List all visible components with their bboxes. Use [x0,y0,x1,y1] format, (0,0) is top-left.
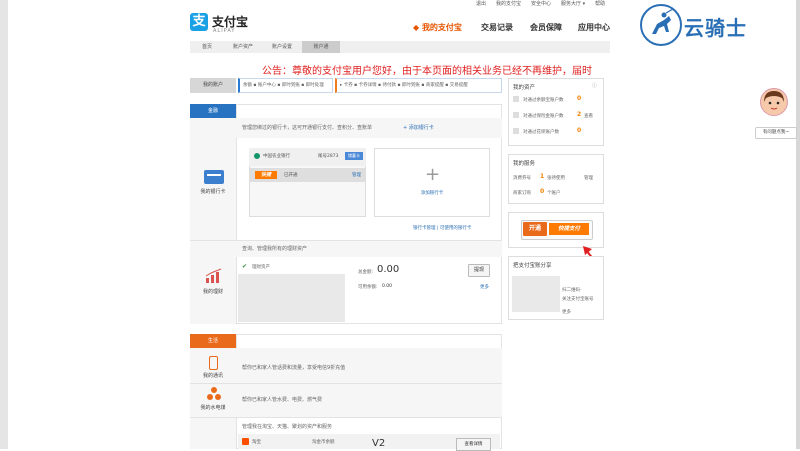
card-type-badge: 储蓄卡 [345,152,363,160]
my-alipay-link[interactable]: 我的支付宝 [496,0,521,9]
watermark-text: 云骑士 [684,16,747,40]
service-row-1-label: 消费券号 [513,176,531,181]
taobao-sub: 淘金币余额 [312,440,335,445]
kuaijie-logo-icon: 快捷 [255,171,277,179]
service-row-1-link[interactable]: 管理 [584,175,593,181]
abc-bank-logo-icon [254,153,260,159]
service-row-1-unit: 张待使用 [547,176,565,181]
kuaijie-manage-link[interactable]: 管理 [352,172,361,178]
account-balance-text[interactable]: 余额 ▪ 账户中心 ▪ 即时到账 ▪ 即时处理 [240,79,332,92]
card-tail: 尾号2873 [318,154,339,159]
nav-trade-records[interactable]: 交易记录 [481,22,513,33]
service-row-2-unit: 个账户 [547,191,561,196]
open-button[interactable]: 开通 [523,222,547,236]
utility-desc: 帮你已和家人管水费、电费、燃气费 [242,397,323,403]
taobao-name[interactable]: 淘宝 [252,439,261,445]
wealth-chart-icon [205,268,222,283]
asset-row-2-value: 2 [577,111,582,118]
subnav-assets[interactable]: 账户资产 [224,41,262,53]
horse-rider-icon [652,8,674,34]
bankcard-bottom-links[interactable]: 银行卡管理 | 可使用的银行卡 [413,225,471,231]
taobao-icon [242,438,249,445]
withdraw-button[interactable]: 提现 [468,264,490,277]
share-line-2: 关注支付宝账号 [562,297,594,302]
help-button[interactable]: 有问题点我~ [755,127,797,139]
share-more-link[interactable]: 更多 [562,309,571,315]
add-bankcard-text[interactable]: 添加银行卡 [374,190,490,196]
my-utility-label[interactable]: 我的水电煤 [190,404,236,411]
nav-app-center[interactable]: 应用中心 [578,22,610,33]
available-amount: 0.00 [382,284,393,289]
asset-row-icon [513,128,519,134]
kuaijie-pay-logo-icon: 快捷支付 [549,223,589,235]
asset-row-2-label: 对通过保险金账户数 [523,114,564,119]
service-row-1-value: 1 [540,173,545,180]
subnav-settings[interactable]: 账户设置 [262,41,302,53]
my-mobile-label[interactable]: 我的通讯 [190,372,236,379]
left-gutter [0,0,8,449]
subnav-home[interactable]: 首页 [190,41,224,53]
mobile-phone-icon [209,356,218,370]
my-account-label[interactable]: 我的账户 [190,78,236,93]
subnav-account-link[interactable]: 账户通 [302,41,340,53]
logout-link[interactable]: 退出 [476,0,486,9]
kuaijie-status: 已开通 [284,173,298,178]
asset-row-icon [513,96,519,102]
account-coupon-strip: ▸ 卡券 ▪ 卡券详情 ▪ 待付款 ▪ 即时到账 ▪ 商家提醒 ▪ 交易提醒 [335,78,502,93]
my-service-title: 我的服务 [513,161,536,167]
share-title: 把支付宝账分享 [513,263,552,269]
service-hall-link[interactable]: 服务大厅 ▾ [561,0,585,9]
life-section-header: 生活 [190,334,236,348]
asset-row-2-link[interactable]: 查看 [584,113,593,119]
bankcard-icon [204,170,224,184]
share-line-1: 扫二维码- [562,288,582,293]
bankcard-icon-stripe [207,174,221,176]
taobao-desc: 管理我在淘宝、天猫、聚划的资产和服务 [242,424,333,430]
account-coupon-text[interactable]: ▸ 卡券 ▪ 卡券详情 ▪ 待付款 ▪ 即时到账 ▪ 商家提醒 ▪ 交易提醒 [337,79,501,92]
wealth-product-image [238,274,345,322]
service-row-2-label: 商家订购 [513,191,531,196]
plus-icon: + [425,164,441,185]
utility-icon [207,387,221,400]
help-link[interactable]: 帮助 [595,0,605,9]
asset-row-icon [513,112,519,118]
life-divider-2 [190,417,502,418]
wealth-more-link[interactable]: 更多 [480,284,489,290]
wealth-item[interactable]: 理财资产 [252,264,270,270]
taobao-value: V2 [372,438,386,449]
asset-row-1-value: 0 [577,95,582,102]
taobao-detail-button[interactable]: 查看详情 [456,438,491,451]
my-assets-title: 我的资产 [513,85,536,91]
my-wealth-label[interactable]: 我的理财 [190,288,236,295]
girl-face-icon [764,91,784,110]
service-row-2-value: 0 [540,188,545,195]
check-icon: ✔ [242,263,248,270]
notice-banner: 公告：尊敬的支付宝用户您好，由于本页面的相关业务已经不再维护，届时 [262,66,592,77]
logo-en-text: ALIPAY [213,28,236,34]
asset-row-3-value: 0 [577,127,582,134]
asset-row-3-label: 对通过花呗账户数 [523,130,559,135]
assistant-avatar[interactable] [760,88,788,116]
nav-member-protection[interactable]: 会员保障 [530,22,562,33]
bankcard-desc: 管理您绑过的银行卡，这可开通银行支付、查积分、查账单 [242,125,373,131]
my-bankcard-label[interactable]: 我的银行卡 [190,188,236,195]
qr-code-image [512,276,560,312]
card-bank-name: 中国农业银行 [263,154,290,159]
add-bankcard-link[interactable]: + 添加银行卡 [403,124,434,131]
finance-section-header: 金融 [190,104,236,118]
nav-my-alipay[interactable]: ◆ 我的支付宝 [413,22,462,33]
total-label: 总金额: [358,270,374,275]
wealth-desc: 查询、管理我所有的理财资产 [242,246,308,252]
alipay-logo-icon[interactable]: 支 [190,13,208,31]
asset-row-1-label: 对通过余额宝账户数 [523,98,564,103]
security-center-link[interactable]: 安全中心 [531,0,551,9]
available-label: 可用余额: [358,285,378,290]
top-utility-links: 退出 我的支付宝 安全中心 服务大厅 ▾ 帮助 [476,0,605,9]
account-balance-strip: 余额 ▪ 账户中心 ▪ 即时到账 ▪ 即时处理 [238,78,333,93]
watermark-horse-icon [640,4,682,46]
scrollbar-track[interactable] [796,0,800,449]
total-amount: 0.00 [377,264,400,275]
mobile-desc: 帮你已和家人管话费和流量，享受电信9折充值 [242,365,346,371]
info-icon[interactable]: ⓘ [592,82,597,89]
